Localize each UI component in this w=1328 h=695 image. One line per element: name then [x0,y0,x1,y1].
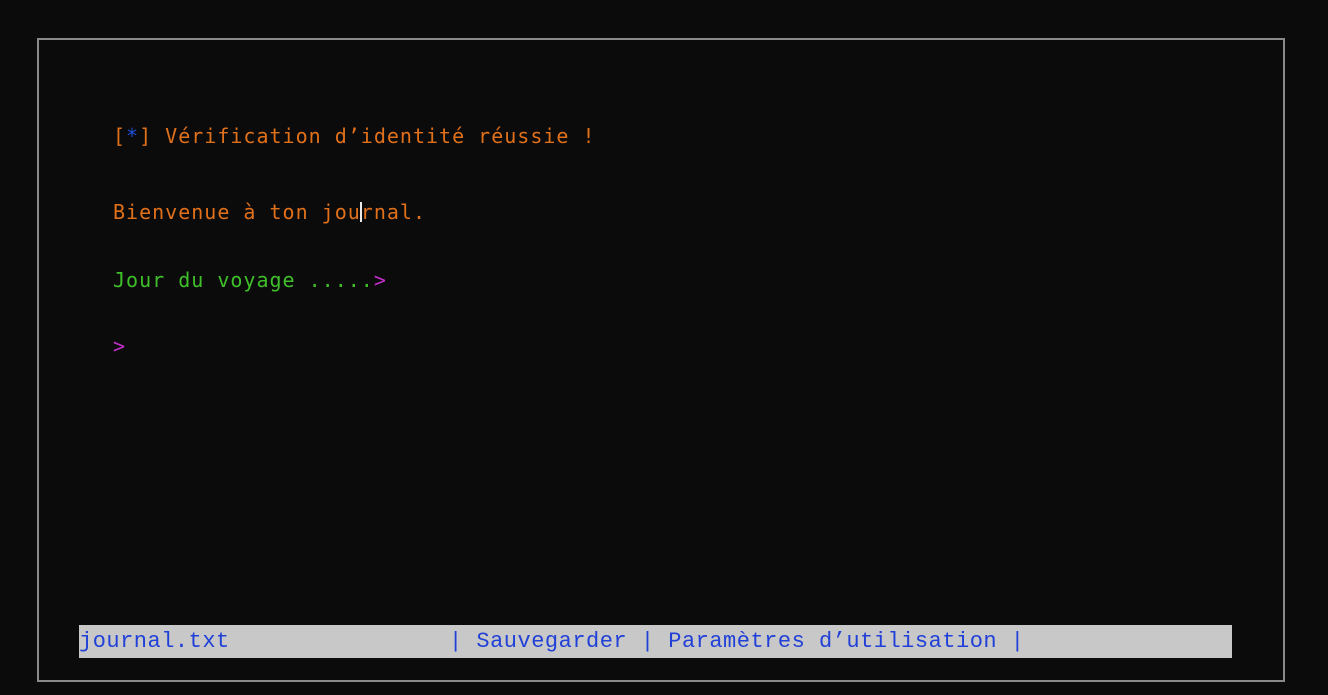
status-separator: | [627,629,669,654]
status-separator: | [449,629,477,654]
welcome-text-before-caret: Bienvenue à ton jou [113,200,361,224]
input-prompt[interactable]: > [113,334,126,358]
input-prompt-line[interactable]: > [113,334,126,358]
filename-label: journal.txt [79,629,230,654]
terminal-screen: [*] Vérification d’identité réussie ! Bi… [0,0,1328,695]
identity-verified-line: [*] Vérification d’identité réussie ! [113,124,596,148]
travel-day-prompt[interactable]: > [374,268,387,292]
status-star: * [126,124,140,148]
status-bar: journal.txt | Sauvegarder | Paramètres d’… [79,625,1232,658]
travel-day-line[interactable]: Jour du voyage .....> [113,268,387,292]
welcome-line: Bienvenue à ton journal. [113,200,426,224]
identity-verified-text: Vérification d’identité réussie ! [152,124,596,148]
settings-button[interactable]: Paramètres d’utilisation [668,625,997,658]
welcome-text-after-caret: rnal. [360,200,426,224]
bracket-open: [ [113,124,127,148]
save-button[interactable]: Sauvegarder [476,625,627,658]
bracket-close: ] [139,124,153,148]
travel-day-label: Jour du voyage ..... [113,268,374,292]
status-separator: | [997,629,1025,654]
